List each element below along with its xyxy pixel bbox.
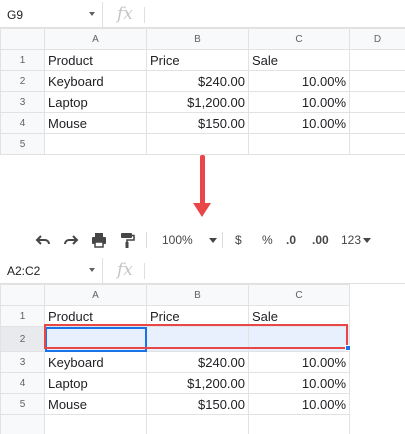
cell[interactable]: Sale bbox=[248, 49, 350, 71]
row-header[interactable]: 1 bbox=[0, 305, 45, 327]
fill-handle[interactable] bbox=[345, 345, 351, 351]
cell[interactable]: Laptop bbox=[44, 372, 147, 394]
zoom-value: 100% bbox=[162, 233, 193, 247]
table-row: 4 Laptop $1,200.00 10.00% bbox=[0, 372, 350, 394]
cell[interactable] bbox=[44, 414, 147, 434]
fx-icon: fx bbox=[117, 4, 133, 24]
top-formula-bar: G9 fx bbox=[0, 2, 405, 28]
cell[interactable]: 10.00% bbox=[248, 351, 350, 373]
highlight-box bbox=[44, 324, 348, 349]
row-header[interactable]: 2 bbox=[0, 70, 45, 92]
arrow-shaft bbox=[200, 155, 205, 205]
divider bbox=[222, 232, 223, 248]
cell[interactable]: 10.00% bbox=[248, 70, 350, 92]
corner-cell[interactable] bbox=[0, 28, 45, 50]
currency-format-button[interactable]: $ bbox=[235, 231, 242, 249]
table-row: 4 Mouse $150.00 10.00% bbox=[0, 112, 405, 134]
row-header[interactable]: 5 bbox=[0, 393, 45, 415]
cell[interactable]: $240.00 bbox=[146, 351, 249, 373]
increase-decimal-button[interactable]: .00 bbox=[312, 231, 329, 249]
row-header[interactable]: 2 bbox=[0, 326, 45, 352]
top-name-box-value: G9 bbox=[7, 8, 24, 22]
cell[interactable]: Keyboard bbox=[44, 70, 147, 92]
cell[interactable] bbox=[44, 133, 147, 155]
column-header-b[interactable]: B bbox=[146, 28, 249, 50]
percent-format-button[interactable]: % bbox=[262, 231, 273, 249]
cell[interactable] bbox=[146, 414, 249, 434]
column-header-c[interactable]: C bbox=[248, 284, 350, 306]
column-header-c[interactable]: C bbox=[248, 28, 350, 50]
row-header[interactable]: 4 bbox=[0, 372, 45, 394]
zoom-select[interactable]: 100% bbox=[162, 231, 217, 249]
cell[interactable]: Keyboard bbox=[44, 351, 147, 373]
divider bbox=[144, 263, 145, 279]
divider bbox=[144, 7, 145, 23]
undo-icon[interactable] bbox=[34, 231, 52, 249]
increase-decimal-label: .00 bbox=[312, 233, 329, 247]
bottom-name-box[interactable]: A2:C2 bbox=[0, 258, 103, 284]
cell[interactable] bbox=[146, 133, 249, 155]
cell[interactable] bbox=[349, 49, 405, 71]
chevron-down-icon[interactable] bbox=[89, 12, 95, 16]
cell[interactable] bbox=[248, 133, 350, 155]
arrow-head bbox=[193, 203, 211, 217]
chevron-down-icon[interactable] bbox=[89, 268, 95, 272]
cell[interactable] bbox=[349, 70, 405, 92]
cell[interactable] bbox=[349, 112, 405, 134]
column-header-d[interactable]: D bbox=[349, 28, 405, 50]
decrease-decimal-label: .0 bbox=[286, 233, 297, 247]
row-header[interactable]: 5 bbox=[0, 133, 45, 155]
more-formats-select[interactable]: 123 bbox=[341, 231, 372, 249]
table-row bbox=[0, 414, 350, 434]
chevron-down-icon bbox=[208, 238, 217, 244]
column-header-a[interactable]: A bbox=[44, 284, 147, 306]
more-formats-label: 123 bbox=[341, 233, 362, 247]
cell[interactable]: Mouse bbox=[44, 393, 147, 415]
row-header[interactable]: 3 bbox=[0, 91, 45, 113]
table-row: 3 Keyboard $240.00 10.00% bbox=[0, 351, 350, 373]
cell[interactable]: Mouse bbox=[44, 112, 147, 134]
column-header-a[interactable]: A bbox=[44, 28, 147, 50]
table-row: 5 Mouse $150.00 10.00% bbox=[0, 393, 350, 415]
cell[interactable]: $1,200.00 bbox=[146, 91, 249, 113]
cell[interactable]: 10.00% bbox=[248, 91, 350, 113]
toolbar: 100% $ % .0 .00 123 bbox=[0, 225, 405, 255]
cell[interactable]: 10.00% bbox=[248, 393, 350, 415]
cell[interactable] bbox=[349, 91, 405, 113]
top-sheet-grid: A B C D 1 Product Price Sale 2 Keyboard … bbox=[0, 28, 405, 155]
divider bbox=[146, 232, 147, 248]
cell[interactable]: $150.00 bbox=[146, 112, 249, 134]
cell[interactable] bbox=[248, 414, 350, 434]
cell[interactable]: 10.00% bbox=[248, 112, 350, 134]
print-icon[interactable] bbox=[90, 231, 108, 249]
chevron-down-icon bbox=[363, 238, 372, 244]
top-name-box[interactable]: G9 bbox=[0, 2, 103, 28]
table-row: 1 Product Price Sale bbox=[0, 49, 405, 71]
cell[interactable]: $150.00 bbox=[146, 393, 249, 415]
redo-icon[interactable] bbox=[62, 231, 80, 249]
row-header[interactable]: 4 bbox=[0, 112, 45, 134]
cell[interactable] bbox=[349, 133, 405, 155]
row-header[interactable] bbox=[0, 414, 45, 434]
bottom-name-box-value: A2:C2 bbox=[7, 264, 41, 278]
column-header-b[interactable]: B bbox=[146, 284, 249, 306]
cell[interactable]: Product bbox=[44, 49, 147, 71]
decrease-decimal-button[interactable]: .0 bbox=[286, 231, 296, 249]
down-arrow-icon bbox=[193, 155, 211, 225]
bottom-sheet-grid: A B C 1 Product Price Sale 2 3 Keyboard … bbox=[0, 284, 350, 434]
cell[interactable]: Price bbox=[146, 49, 249, 71]
table-row: 5 bbox=[0, 133, 405, 155]
row-header[interactable]: 1 bbox=[0, 49, 45, 71]
paint-format-icon[interactable] bbox=[118, 231, 136, 249]
fx-icon: fx bbox=[117, 260, 133, 280]
table-row: 3 Laptop $1,200.00 10.00% bbox=[0, 91, 405, 113]
row-header[interactable]: 3 bbox=[0, 351, 45, 373]
cell[interactable]: 10.00% bbox=[248, 372, 350, 394]
corner-cell[interactable] bbox=[0, 284, 45, 306]
cell[interactable]: $1,200.00 bbox=[146, 372, 249, 394]
cell[interactable]: Laptop bbox=[44, 91, 147, 113]
table-row: 2 Keyboard $240.00 10.00% bbox=[0, 70, 405, 92]
bottom-formula-bar: A2:C2 fx bbox=[0, 258, 405, 284]
cell[interactable]: $240.00 bbox=[146, 70, 249, 92]
